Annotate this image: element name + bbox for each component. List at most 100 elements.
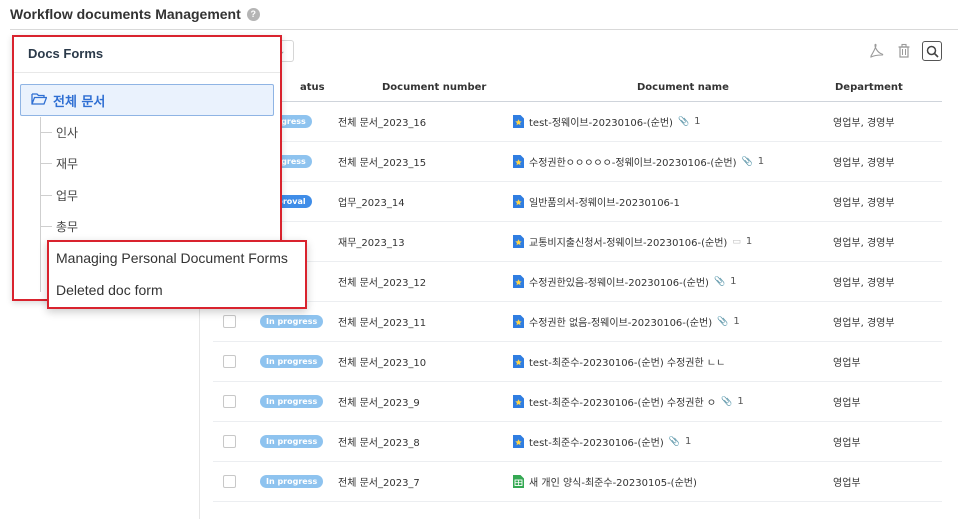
document-name-cell[interactable]: 새 개인 양식-최준수-20230105-(순번) bbox=[497, 474, 807, 489]
document-name-cell[interactable]: 수정권한 없음-정웨이브-20230106-(순번) 📎 1 bbox=[497, 314, 807, 329]
tree-item-finance[interactable]: 재무 bbox=[40, 153, 78, 173]
document-name-cell[interactable]: test-최준수-20230106-(순번) 📎 1 bbox=[497, 434, 807, 449]
table-row[interactable]: In progress 전체 문서_2023_10 test-최준수-2023010… bbox=[213, 342, 942, 382]
document-name-cell[interactable]: test-정웨이브-20230106-(순번) 📎 1 bbox=[497, 114, 807, 129]
document-name-cell[interactable]: 교통비지출신청서-정웨이브-20230106-(순번) ▭ 1 bbox=[497, 234, 807, 249]
department: 영업부, 경영부 bbox=[833, 278, 895, 289]
tree-branch bbox=[40, 162, 52, 164]
document-name-cell[interactable]: 수정권한있음-정웨이브-20230106-(순번) 📎 1 bbox=[497, 274, 807, 289]
folder-open-icon bbox=[31, 92, 48, 109]
document-number[interactable]: 전체 문서_2023_12 bbox=[322, 274, 497, 289]
document-number[interactable]: 업무_2023_14 bbox=[322, 194, 497, 209]
table-row[interactable]: In progress 전체 문서_2023_8 test-최준수-20230106… bbox=[213, 422, 942, 462]
menu-item-deleted-doc-form[interactable]: Deleted doc form bbox=[49, 274, 305, 306]
starred-document-icon bbox=[513, 155, 524, 168]
status-badge: In progress bbox=[260, 355, 324, 368]
attachment-count: 1 bbox=[684, 436, 692, 447]
table-row[interactable]: In progress 전체 문서_2023_9 test-최준수-20230106… bbox=[213, 382, 942, 422]
department: 영업부, 경영부 bbox=[833, 198, 895, 209]
menu-item-managing-personal-forms[interactable]: Managing Personal Document Forms bbox=[49, 242, 305, 274]
document-number[interactable]: 전체 문서_2023_8 bbox=[322, 434, 497, 449]
document-name-cell[interactable]: test-최준수-20230106-(순번) 수정권한 ㅇ 📎 1 bbox=[497, 394, 807, 409]
document-name: test-최준수-20230106-(순번) 수정권한 ㅇ bbox=[529, 398, 717, 409]
toolbar-icons bbox=[866, 41, 942, 61]
document-number[interactable]: 전체 문서_2023_10 bbox=[322, 354, 497, 369]
document-name: 수정권한ㅇㅇㅇㅇㅇ-정웨이브-20230106-(순번) bbox=[529, 158, 737, 169]
attachment-count: 1 bbox=[737, 396, 744, 407]
tree-item-business[interactable]: 업무 bbox=[40, 185, 78, 205]
table-body: progress 전체 문서_2023_16 test-정웨이브-20230106-… bbox=[213, 102, 942, 502]
status-cell: In progress bbox=[246, 315, 324, 328]
row-checkbox[interactable] bbox=[223, 315, 236, 328]
tree-item-label: 업무 bbox=[56, 188, 79, 203]
starred-document-icon bbox=[513, 115, 524, 128]
pdf-icon[interactable] bbox=[866, 41, 886, 61]
attachment-count: 1 bbox=[694, 116, 701, 127]
header-document-number[interactable]: Document number bbox=[322, 82, 497, 93]
tree-root-all-documents[interactable]: 전체 문서 bbox=[20, 84, 274, 116]
attachment-icon: 📎 bbox=[677, 116, 690, 127]
title-divider bbox=[10, 29, 958, 30]
attachment-icon: 📎 bbox=[668, 436, 680, 447]
tree-branch bbox=[40, 194, 52, 196]
document-name: test-최준수-20230106-(순번) bbox=[529, 438, 664, 449]
table-row[interactable]: 전체 문서_2023_12 수정권한있음-정웨이브-20230106-(순번) 📎 1… bbox=[213, 262, 942, 302]
header-department[interactable]: Department bbox=[807, 82, 942, 93]
table-row[interactable]: In progress 전체 문서_2023_7 새 개인 양식-최준수-20230… bbox=[213, 462, 942, 502]
document-number[interactable]: 전체 문서_2023_7 bbox=[322, 474, 497, 489]
starred-document-icon bbox=[513, 395, 524, 408]
document-number[interactable]: 전체 문서_2023_16 bbox=[322, 114, 497, 129]
table-row[interactable]: 재무_2023_13 교통비지출신청서-정웨이브-20230106-(순번) ▭ 1 영… bbox=[213, 222, 942, 262]
document-name-cell[interactable]: 수정권한ㅇㅇㅇㅇㅇ-정웨이브-20230106-(순번) 📎 1 bbox=[497, 154, 807, 169]
document-number[interactable]: 전체 문서_2023_15 bbox=[322, 154, 497, 169]
document-name: 수정권한있음-정웨이브-20230106-(순번) bbox=[529, 278, 709, 289]
starred-document-icon bbox=[513, 435, 524, 448]
department: 영업부 bbox=[833, 358, 861, 369]
starred-document-icon bbox=[513, 355, 524, 368]
status-cell: In progress bbox=[246, 475, 324, 488]
search-icon[interactable] bbox=[922, 41, 942, 61]
attachment-count: 1 bbox=[733, 316, 740, 327]
row-check-cell bbox=[213, 475, 246, 488]
document-number[interactable]: 전체 문서_2023_9 bbox=[322, 394, 497, 409]
department: 영업부, 경영부 bbox=[833, 318, 895, 329]
document-number[interactable]: 전체 문서_2023_11 bbox=[322, 314, 497, 329]
tree-item-hr[interactable]: 인사 bbox=[40, 122, 78, 142]
row-check-cell bbox=[213, 435, 246, 448]
tree-item-general-affairs[interactable]: 총무 bbox=[40, 216, 78, 236]
document-number[interactable]: 재무_2023_13 bbox=[322, 234, 497, 249]
department: 영업부, 경영부 bbox=[833, 158, 895, 169]
documents-table: atus Document number Document name Depar… bbox=[213, 74, 942, 502]
page-title: Workflow documents Management ? bbox=[10, 6, 260, 22]
status-cell: In progress bbox=[246, 355, 324, 368]
status-badge: In progress bbox=[260, 395, 324, 408]
row-checkbox[interactable] bbox=[223, 355, 236, 368]
table-row[interactable]: progress 전체 문서_2023_15 수정권한ㅇㅇㅇㅇㅇ-정웨이브-2023… bbox=[213, 142, 942, 182]
row-checkbox[interactable] bbox=[223, 475, 236, 488]
status-badge: In progress bbox=[260, 475, 324, 488]
tree-branch bbox=[40, 131, 52, 133]
attachment-count: 1 bbox=[745, 236, 753, 247]
document-name-cell[interactable]: test-최준수-20230106-(순번) 수정권한 ㄴㄴ bbox=[497, 354, 807, 369]
attachment-count: 1 bbox=[730, 276, 737, 287]
tree-item-label: 인사 bbox=[56, 125, 79, 140]
starred-document-icon bbox=[513, 315, 524, 328]
starred-document-icon bbox=[513, 195, 524, 208]
table-row[interactable]: progress 전체 문서_2023_16 test-정웨이브-20230106-… bbox=[213, 102, 942, 142]
row-check-cell bbox=[213, 315, 246, 328]
status-badge: In progress bbox=[260, 435, 324, 448]
attachment-count: 1 bbox=[757, 156, 765, 167]
starred-document-icon bbox=[513, 275, 524, 288]
row-checkbox[interactable] bbox=[223, 435, 236, 448]
tree-item-label: 총무 bbox=[56, 219, 79, 234]
trash-icon[interactable] bbox=[894, 41, 914, 61]
header-document-name[interactable]: Document name bbox=[497, 82, 807, 93]
row-checkbox[interactable] bbox=[223, 395, 236, 408]
tree-root-label: 전체 문서 bbox=[53, 94, 106, 110]
document-name: 새 개인 양식-최준수-20230105-(순번) bbox=[529, 478, 697, 489]
table-header: atus Document number Document name Depar… bbox=[213, 74, 942, 102]
table-row[interactable]: In progress 전체 문서_2023_11 수정권한 없음-정웨이브-202… bbox=[213, 302, 942, 342]
document-name-cell[interactable]: 일반품의서-정웨이브-20230106-1 bbox=[497, 194, 807, 209]
help-icon[interactable]: ? bbox=[246, 7, 260, 21]
table-row[interactable]: approval 업무_2023_14 일반품의서-정웨이브-20230106-1 영… bbox=[213, 182, 942, 222]
